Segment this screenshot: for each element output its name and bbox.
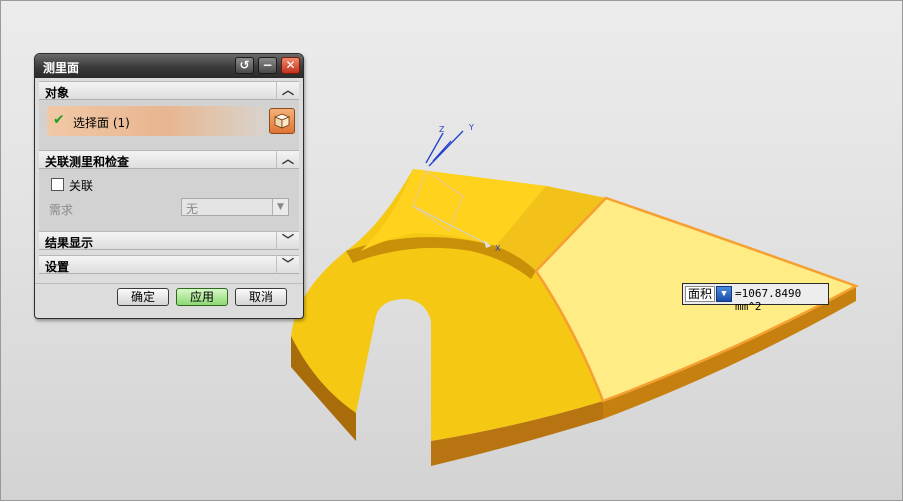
section-results-label: 结果显示 <box>45 236 94 250</box>
cancel-button[interactable]: 取消 <box>235 288 287 306</box>
reset-button[interactable]: ↺ <box>235 57 254 74</box>
measure-face-dialog: 测里面 ↺ − ✕ 对象 ︿ ✔ 选择面 (1) 关联测里和检查 ︿ 关联 需求… <box>34 53 304 319</box>
requirement-label: 需求 <box>49 203 74 217</box>
chevron-down-icon[interactable]: ﹀ <box>276 231 299 250</box>
csys-triad <box>425 130 464 167</box>
chevron-up-icon[interactable]: ︿ <box>276 81 299 100</box>
cube-icon[interactable] <box>269 108 295 134</box>
section-associative-header[interactable]: 关联测里和检查 ︿ <box>39 150 299 169</box>
apply-button[interactable]: 应用 <box>176 288 228 306</box>
section-settings-header[interactable]: 设置 ﹀ <box>39 255 299 274</box>
section-object-label: 对象 <box>45 86 70 100</box>
dialog-title-bar[interactable]: 测里面 ↺ − ✕ <box>35 54 303 78</box>
requirement-value: 无 <box>186 202 199 216</box>
area-value: =1067.8490 mm^2 <box>735 287 802 313</box>
section-associative-label: 关联测里和检查 <box>45 155 130 169</box>
z-axis-label: Z <box>439 125 445 134</box>
minimize-button[interactable]: − <box>258 57 277 74</box>
close-button[interactable]: ✕ <box>281 57 300 74</box>
section-associative-content: 关联 需求 无 ▼ <box>39 169 299 231</box>
ok-button[interactable]: 确定 <box>117 288 169 306</box>
chevron-down-icon[interactable]: ▼ <box>272 199 288 215</box>
section-object-header[interactable]: 对象 ︿ <box>39 81 299 100</box>
section-settings-label: 设置 <box>45 260 70 274</box>
section-results-header[interactable]: 结果显示 ﹀ <box>39 231 299 250</box>
x-axis-label: X <box>495 244 501 253</box>
section-object-content: ✔ 选择面 (1) <box>39 100 299 150</box>
check-icon: ✔ <box>53 112 65 128</box>
select-face-label: 选择面 (1) <box>73 116 130 130</box>
dialog-button-row: 确定 应用 取消 <box>35 283 303 314</box>
requirement-select[interactable]: 无 ▼ <box>181 198 289 216</box>
y-axis-label: Y <box>469 123 474 132</box>
area-readout: 面积 ▼ =1067.8490 mm^2 <box>682 283 829 313</box>
dialog-title: 测里面 <box>43 61 80 75</box>
associative-label: 关联 <box>69 179 94 193</box>
associative-checkbox[interactable] <box>51 178 64 191</box>
chevron-up-icon[interactable]: ︿ <box>276 150 299 169</box>
chevron-down-icon[interactable]: ▼ <box>716 286 732 302</box>
area-type-field[interactable]: 面积 <box>685 286 715 302</box>
chevron-down-icon[interactable]: ﹀ <box>276 255 299 274</box>
select-face-row[interactable]: ✔ 选择面 (1) <box>47 106 265 136</box>
